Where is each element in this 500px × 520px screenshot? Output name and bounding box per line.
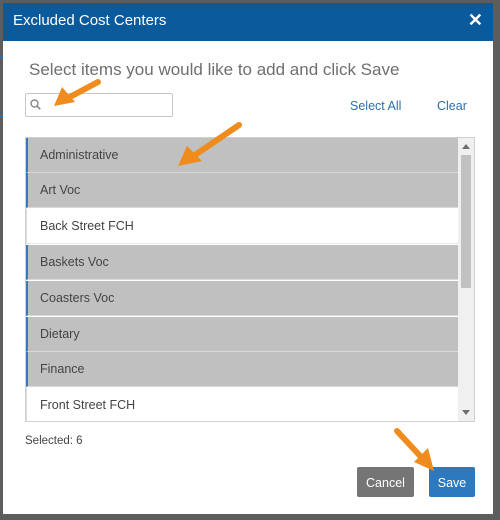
list-item-coasters-voc[interactable]: Coasters Voc xyxy=(26,281,458,316)
list-item-front-street-fch[interactable]: Front Street FCH xyxy=(26,388,458,421)
list-item-finance[interactable]: Finance xyxy=(26,352,458,387)
list-item-dietary[interactable]: Dietary xyxy=(26,317,458,352)
list-item-baskets-voc[interactable]: Baskets Voc xyxy=(26,245,458,280)
select-all-link[interactable]: Select All xyxy=(350,99,401,113)
list-item-back-street-fch[interactable]: Back Street FCH xyxy=(26,209,458,244)
instructions-text: Select items you would like to add and c… xyxy=(29,60,400,79)
clear-link[interactable]: Clear xyxy=(437,99,467,113)
search-input[interactable] xyxy=(44,96,168,114)
close-icon[interactable]: ✕ xyxy=(468,10,483,31)
save-button[interactable]: Save xyxy=(429,467,475,497)
search-box[interactable] xyxy=(25,93,173,117)
scroll-up-icon[interactable] xyxy=(462,144,470,149)
search-icon xyxy=(30,99,41,110)
dialog-titlebar: Excluded Cost Centers ✕ xyxy=(3,3,493,41)
excluded-cost-centers-dialog: Excluded Cost Centers ✕ Select items you… xyxy=(3,3,493,514)
list-scrollbar[interactable] xyxy=(458,138,474,421)
scrollbar-thumb[interactable] xyxy=(461,155,471,288)
cost-center-list: Administrative Art Voc Back Street FCH B… xyxy=(25,137,475,422)
scroll-down-icon[interactable] xyxy=(462,410,470,415)
list-item-administrative[interactable]: Administrative xyxy=(26,138,458,173)
selected-count: Selected: 6 xyxy=(25,435,83,447)
cancel-button[interactable]: Cancel xyxy=(357,467,414,497)
dialog-title: Excluded Cost Centers xyxy=(13,12,167,29)
list-item-art-voc[interactable]: Art Voc xyxy=(26,173,458,208)
